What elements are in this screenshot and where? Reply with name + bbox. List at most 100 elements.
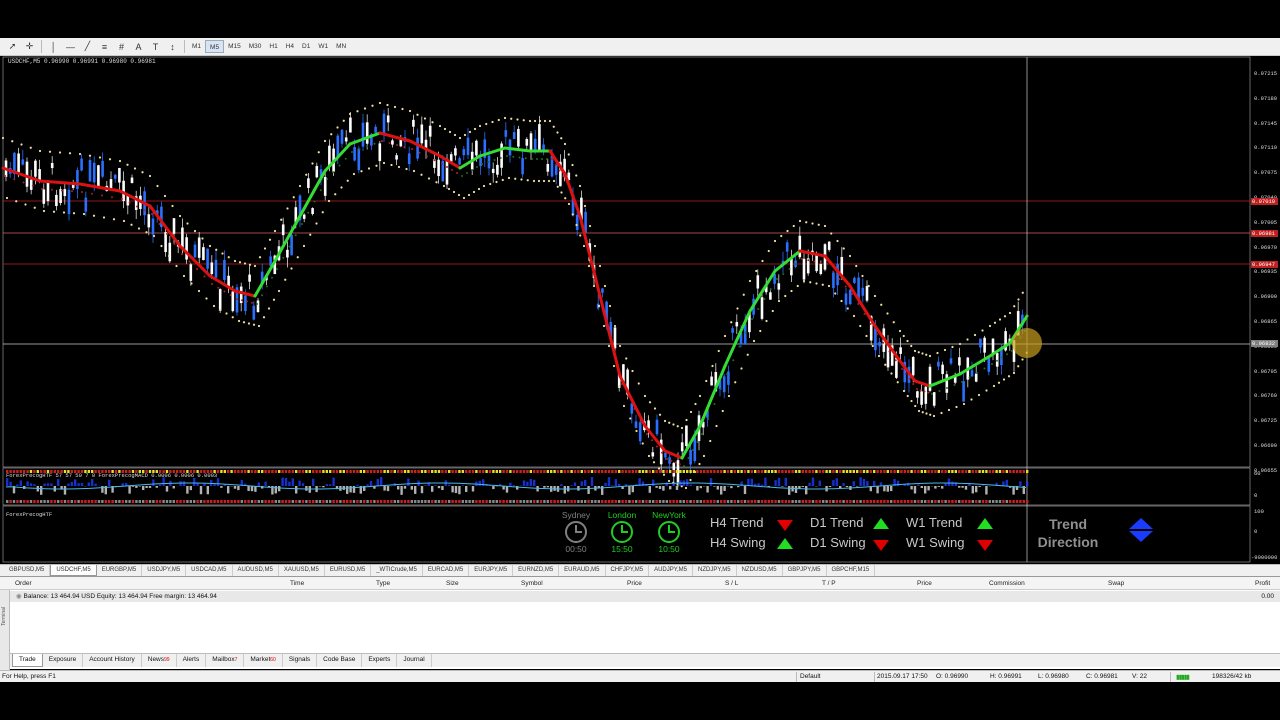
macd-top-block <box>560 470 563 473</box>
price-chart-svg[interactable] <box>0 56 1280 564</box>
terminal-tab-code-base[interactable]: Code Base <box>317 654 363 667</box>
col-profit[interactable]: Profit <box>1255 580 1270 587</box>
cursor-icon[interactable]: ➚ <box>4 39 21 54</box>
channel-icon[interactable]: ≡ <box>96 39 113 54</box>
arrows-icon[interactable]: ↕ <box>164 39 181 54</box>
direction-down-arrow-icon <box>1129 531 1153 542</box>
symbol-tab[interactable]: AUDUSD,M5 <box>233 565 279 576</box>
macd-bottom-block <box>988 500 991 503</box>
balance-row[interactable]: ◉ Balance: 13 464.94 USD Equity: 13 464.… <box>10 591 1280 602</box>
symbol-tab[interactable]: _WTICrude,M5 <box>371 565 423 576</box>
signal-dot <box>22 181 25 184</box>
band-dot-lower <box>940 411 943 415</box>
symbol-tab[interactable]: EURGBP,M5 <box>97 565 143 576</box>
terminal-tab-trade[interactable]: Trade <box>12 654 43 667</box>
band-dot-upper <box>528 119 532 123</box>
price-tick-label: 0.97075 <box>1254 169 1278 177</box>
chart-area[interactable]: USDCHF,M5 0.96990 0.96991 0.96980 0.9698… <box>0 56 1280 575</box>
text-icon[interactable]: A <box>130 39 147 54</box>
col-tp[interactable]: T / P <box>822 580 836 587</box>
timeframe-mn[interactable]: MN <box>332 40 350 53</box>
candle-body <box>756 275 760 289</box>
symbol-tab[interactable]: EURCAD,M5 <box>423 565 470 576</box>
macd-bottom-block <box>876 500 879 503</box>
col-price2[interactable]: Price <box>917 580 932 587</box>
crosshair-icon[interactable]: ✛ <box>21 39 38 54</box>
terminal-tab-market[interactable]: Market60 <box>244 654 283 667</box>
signal-dot <box>111 196 113 199</box>
symbol-tab[interactable]: AUDJPY,M5 <box>649 565 693 576</box>
signal-dot <box>276 268 278 270</box>
terminal-tab-experts[interactable]: Experts <box>362 654 398 667</box>
d1-trend-label: D1 Trend <box>810 515 864 530</box>
terminal-tab-news[interactable]: News99 <box>142 654 177 667</box>
symbol-tab[interactable]: XAUUSD,M5 <box>279 565 325 576</box>
band-dot-lower <box>137 227 141 230</box>
macd-bar <box>808 482 811 486</box>
signal-dot <box>294 234 297 237</box>
col-sl[interactable]: S / L <box>725 580 738 587</box>
timeframe-w1[interactable]: W1 <box>314 40 332 53</box>
horizontal-line-icon[interactable]: — <box>62 39 79 54</box>
signal-dot <box>882 341 885 344</box>
vertical-line-icon[interactable]: │ <box>45 39 62 54</box>
col-symbol[interactable]: Symbol <box>521 580 543 587</box>
col-price[interactable]: Price <box>627 580 642 587</box>
symbol-tab[interactable]: GBPJPY,M5 <box>783 565 827 576</box>
terminal-tab-journal[interactable]: Journal <box>397 654 432 667</box>
symbol-tab[interactable]: EURAUD,M5 <box>559 565 606 576</box>
macd-bottom-block <box>250 500 254 503</box>
terminal-tab-alerts[interactable]: Alerts <box>177 654 207 667</box>
macd-top-block <box>716 470 719 473</box>
fibonacci-icon[interactable]: # <box>113 39 130 54</box>
symbol-tab[interactable]: USDCAD,M5 <box>186 565 233 576</box>
macd-bottom-block <box>1005 500 1008 503</box>
band-dot-upper <box>643 394 647 398</box>
col-order[interactable]: Order <box>15 580 32 587</box>
macd-bar <box>658 486 662 490</box>
symbol-tab[interactable]: EURUSD,M5 <box>325 565 372 576</box>
timeframe-d1[interactable]: D1 <box>298 40 314 53</box>
symbol-tab[interactable]: GBPCHF,M15 <box>827 565 876 576</box>
col-type[interactable]: Type <box>376 580 390 587</box>
symbol-tab[interactable]: NZDUSD,M5 <box>737 565 783 576</box>
terminal-tab-mailbox[interactable]: Mailbox7 <box>206 654 245 667</box>
col-time[interactable]: Time <box>290 580 304 587</box>
timeframe-m1[interactable]: M1 <box>188 40 205 53</box>
symbol-tab[interactable]: EURJPY,M5 <box>469 565 514 576</box>
timeframe-h4[interactable]: H4 <box>282 40 298 53</box>
timeframe-m5[interactable]: M5 <box>205 40 225 53</box>
terminal-tab-account-history[interactable]: Account History <box>83 654 142 667</box>
symbol-tab[interactable]: USDJPY,M5 <box>142 565 187 576</box>
band-dot-lower <box>352 172 356 176</box>
macd-bottom-block <box>1022 500 1025 503</box>
macd-bar <box>975 486 978 493</box>
col-swap[interactable]: Swap <box>1108 580 1124 587</box>
macd-top-block <box>291 470 294 473</box>
timeframe-h1[interactable]: H1 <box>265 40 281 53</box>
symbol-tab[interactable]: CHFJPY,M5 <box>606 565 650 576</box>
timeframe-m30[interactable]: M30 <box>245 40 266 53</box>
macd-top-block <box>937 470 940 473</box>
terminal-tab-exposure[interactable]: Exposure <box>43 654 84 667</box>
macd-bar <box>410 486 413 490</box>
col-commission[interactable]: Commission <box>989 580 1025 587</box>
symbol-tab[interactable]: NZDJPY,M5 <box>693 565 737 576</box>
band-dot-upper <box>786 229 789 233</box>
candle-body <box>693 437 697 462</box>
macd-bar <box>764 477 767 486</box>
status-profile[interactable]: Default <box>800 673 821 680</box>
col-size[interactable]: Size <box>446 580 459 587</box>
symbol-tab[interactable]: USDCHF,M5 <box>50 565 97 576</box>
macd-bar <box>305 486 308 491</box>
band-dot-upper <box>698 394 702 398</box>
timeframe-m15[interactable]: M15 <box>224 40 245 53</box>
symbol-tab[interactable]: EURNZD,M5 <box>513 565 560 576</box>
macd-bottom-block <box>46 500 50 503</box>
trendline-icon[interactable]: ╱ <box>79 39 96 54</box>
band-dot-lower <box>112 218 116 221</box>
text-label-icon[interactable]: T <box>147 39 164 54</box>
macd-bar <box>947 478 951 486</box>
terminal-tab-signals[interactable]: Signals <box>283 654 318 667</box>
symbol-tab[interactable]: GBPUSD,M5 <box>4 565 51 576</box>
